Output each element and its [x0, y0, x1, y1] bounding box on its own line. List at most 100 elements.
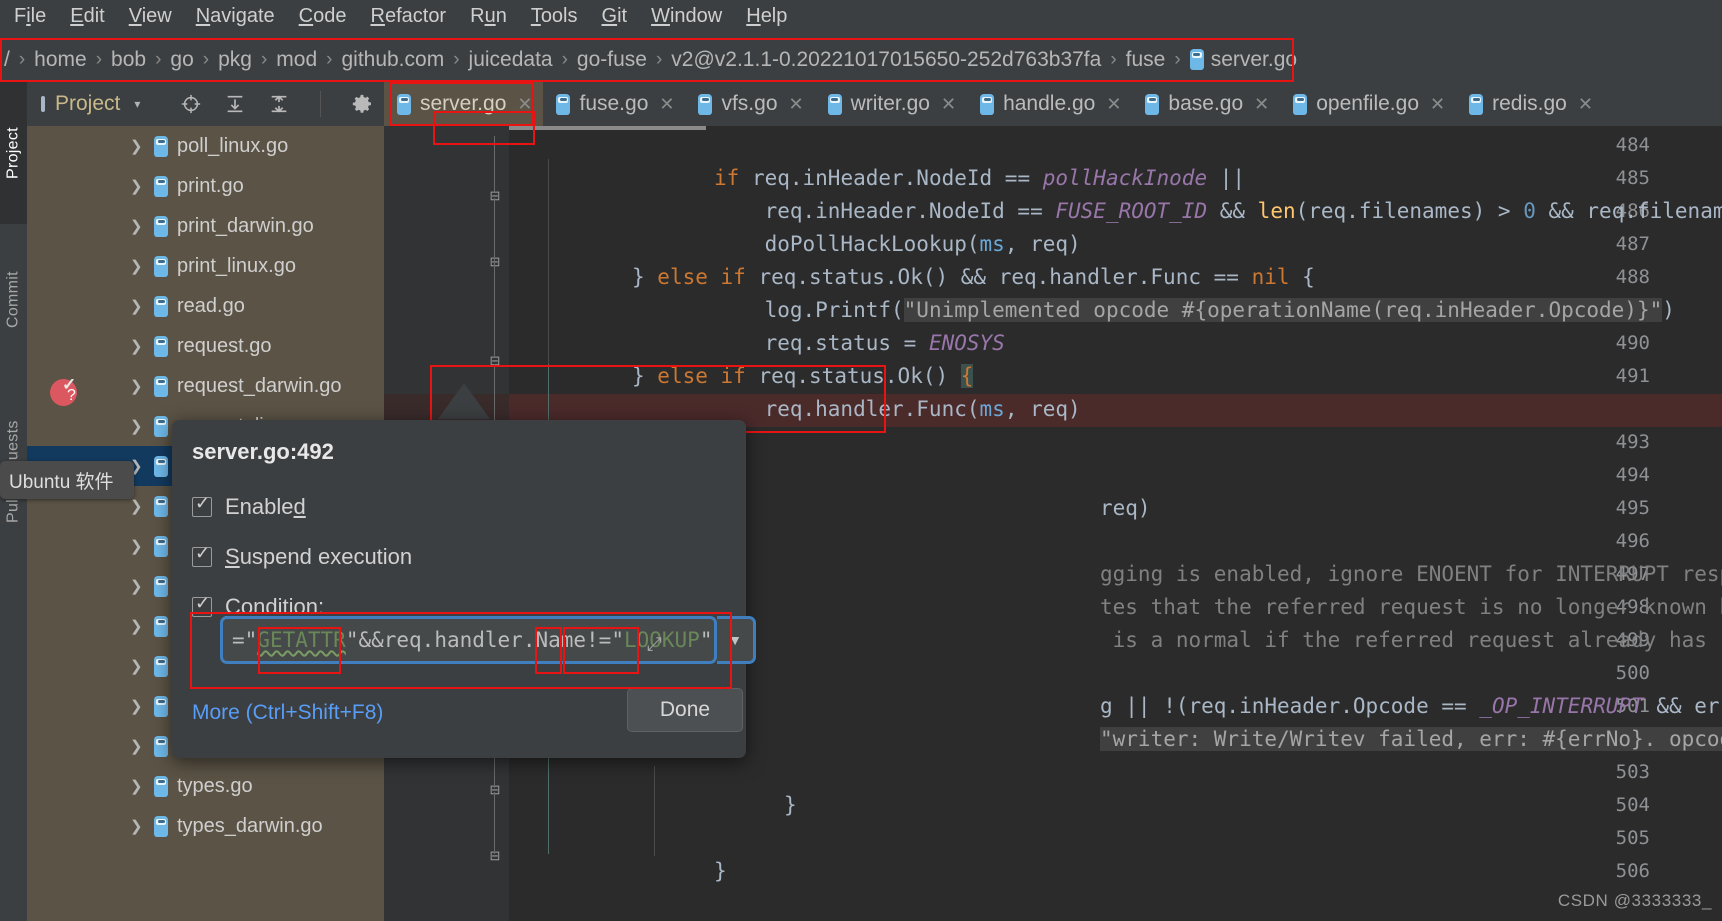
breadcrumb-item-9[interactable]: v2@v2.1.1-0.20221017015650-252d763b37fa	[669, 48, 1103, 72]
suspend-checkbox[interactable]	[192, 543, 212, 567]
locate-icon[interactable]	[180, 93, 202, 115]
menu-item-window[interactable]: Window	[639, 0, 734, 33]
code-token: "Unimplemented opcode #{operationName(re…	[903, 298, 1663, 322]
tree-item-request-go[interactable]: ❯ request.go	[27, 326, 384, 366]
menu-item-tools[interactable]: Tools	[519, 0, 590, 33]
go-file-icon	[397, 93, 411, 115]
chevron-right-icon[interactable]: ❯	[130, 777, 148, 795]
code-token: , req)	[1004, 397, 1081, 421]
breadcrumb-item-10[interactable]: fuse	[1124, 48, 1168, 72]
editor-tab-writer-go[interactable]: writer.go ✕	[815, 82, 967, 126]
editor-tab-server-go[interactable]: server.go ✕	[384, 82, 544, 126]
menu-item-git[interactable]: Git	[590, 0, 640, 33]
editor-tab-handle-go[interactable]: handle.go ✕	[967, 82, 1132, 126]
tree-item-types_darwin-go[interactable]: ❯ types_darwin.go	[27, 806, 384, 846]
fold-guide	[494, 136, 495, 192]
chevron-right-icon[interactable]: ❯	[130, 257, 148, 275]
breadcrumb-item-2[interactable]: bob	[109, 48, 148, 72]
enabled-checkbox-row[interactable]: Enabled	[192, 493, 306, 520]
breakpoint-marker[interactable]: ✓ ?	[50, 375, 80, 409]
chevron-right-icon[interactable]: ❯	[130, 697, 148, 715]
tool-button-project[interactable]: Project	[0, 82, 27, 224]
chevron-down-icon[interactable]: ▾	[134, 97, 140, 111]
condition-input[interactable]: =" GETATTR "&&req.handler.Name!=" LOOKUP " ⤢	[220, 616, 717, 664]
chevron-right-icon[interactable]: ❯	[130, 657, 148, 675]
enabled-checkbox[interactable]	[192, 493, 212, 517]
tree-item-print_darwin-go[interactable]: ❯ print_darwin.go	[27, 206, 384, 246]
watermark: CSDN @3333333_	[1557, 891, 1712, 910]
chevron-right-icon[interactable]: ❯	[130, 177, 148, 195]
menu-item-edit[interactable]: Edit	[58, 0, 116, 33]
breadcrumb[interactable]: / › home › bob › go › pkg › mod › github.com › juiceda…	[0, 37, 1722, 82]
chevron-right-icon[interactable]: ❯	[130, 297, 148, 315]
close-icon[interactable]: ✕	[1430, 94, 1445, 115]
chevron-right-icon[interactable]: ❯	[130, 817, 148, 835]
fold-mark[interactable]: ⊟	[487, 782, 503, 798]
chevron-right-icon[interactable]: ❯	[130, 617, 148, 635]
fold-mark[interactable]: ⊟	[487, 353, 503, 369]
menu-item-run[interactable]: Run	[458, 0, 519, 33]
close-icon[interactable]: ✕	[789, 94, 804, 115]
menu-item-code[interactable]: Code	[287, 0, 359, 33]
editor-tab-vfs-go[interactable]: vfs.go ✕	[685, 82, 814, 126]
close-icon[interactable]: ✕	[659, 94, 674, 115]
breadcrumb-item-7[interactable]: juicedata	[467, 48, 555, 72]
breadcrumb-item-1[interactable]: home	[32, 48, 89, 72]
editor-tab-redis-go[interactable]: redis.go ✕	[1456, 82, 1604, 126]
chevron-right-icon[interactable]: ❯	[130, 137, 148, 155]
close-icon[interactable]: ✕	[1106, 94, 1121, 115]
menu-item-help[interactable]: Help	[734, 0, 799, 33]
code-line-506: }	[549, 855, 727, 888]
condition-history-dropdown[interactable]: ▼	[717, 616, 756, 664]
tree-item-print-go[interactable]: ❯ print.go	[27, 166, 384, 206]
fold-mark[interactable]: ⊟	[487, 254, 503, 270]
close-icon[interactable]: ✕	[1254, 94, 1269, 115]
condition-checkbox[interactable]	[192, 593, 212, 617]
close-icon[interactable]: ✕	[517, 94, 532, 115]
editor-tab-fuse-go[interactable]: fuse.go ✕	[543, 82, 685, 126]
breadcrumb-item-3[interactable]: go	[168, 48, 195, 72]
menu-item-navigate[interactable]: Navigate	[184, 0, 287, 33]
more-settings-link[interactable]: More (Ctrl+Shift+F8)	[192, 701, 383, 725]
chevron-right-icon[interactable]: ❯	[130, 737, 148, 755]
tool-button-commit[interactable]: Commit	[0, 232, 27, 367]
chevron-right-icon[interactable]: ❯	[130, 577, 148, 595]
done-button[interactable]: Done	[627, 688, 743, 732]
chevron-right-icon[interactable]: ❯	[130, 417, 148, 435]
tree-item-poll_linux-go[interactable]: ❯ poll_linux.go	[27, 126, 384, 166]
breadcrumb-item-4[interactable]: pkg	[216, 48, 254, 72]
chevron-down-icon: ▼	[728, 632, 742, 648]
close-icon[interactable]: ✕	[1578, 94, 1593, 115]
editor-scroll-thumb[interactable]	[509, 126, 706, 130]
tree-item-read-go[interactable]: ❯ read.go	[27, 286, 384, 326]
editor-tab-label: vfs.go	[721, 92, 778, 115]
breadcrumb-item-5[interactable]: mod	[274, 48, 319, 72]
tree-item-print_linux-go[interactable]: ❯ print_linux.go	[27, 246, 384, 286]
gear-icon[interactable]	[351, 93, 373, 115]
suspend-checkbox-row[interactable]: Suspend execution	[192, 543, 412, 570]
tree-item-request_darwin-go[interactable]: ❯ request_darwin.go	[27, 366, 384, 406]
menu-item-refactor[interactable]: Refactor	[359, 0, 459, 33]
editor-tab-openfile-go[interactable]: openfile.go ✕	[1280, 82, 1456, 126]
menu-item-file[interactable]: File	[2, 0, 58, 33]
go-file-icon	[154, 295, 168, 317]
breadcrumb-item-0[interactable]: /	[2, 48, 12, 72]
go-file-icon	[154, 215, 168, 237]
breadcrumb-item-8[interactable]: go-fuse	[575, 48, 649, 72]
close-icon[interactable]: ✕	[941, 94, 956, 115]
chevron-right-icon[interactable]: ❯	[130, 337, 148, 355]
fold-mark[interactable]: ⊟	[487, 188, 503, 204]
chevron-right-icon[interactable]: ❯	[130, 217, 148, 235]
menu-item-view[interactable]: View	[117, 0, 184, 33]
collapse-all-icon[interactable]	[268, 93, 290, 115]
breadcrumb-current-file[interactable]: server.go	[1188, 48, 1299, 72]
breadcrumb-item-6[interactable]: github.com	[339, 48, 446, 72]
tree-item-types-go[interactable]: ❯ types.go	[27, 766, 384, 806]
chevron-right-icon[interactable]: ❯	[130, 377, 148, 395]
editor-tab-base-go[interactable]: base.go ✕	[1132, 82, 1280, 126]
chevron-right-icon[interactable]: ❯	[130, 537, 148, 555]
fold-mark[interactable]: ⊟	[487, 848, 503, 864]
expand-editor-icon[interactable]: ⤢	[647, 633, 662, 655]
expand-all-icon[interactable]	[224, 93, 246, 115]
chevron-right-icon[interactable]: ❯	[130, 497, 148, 515]
